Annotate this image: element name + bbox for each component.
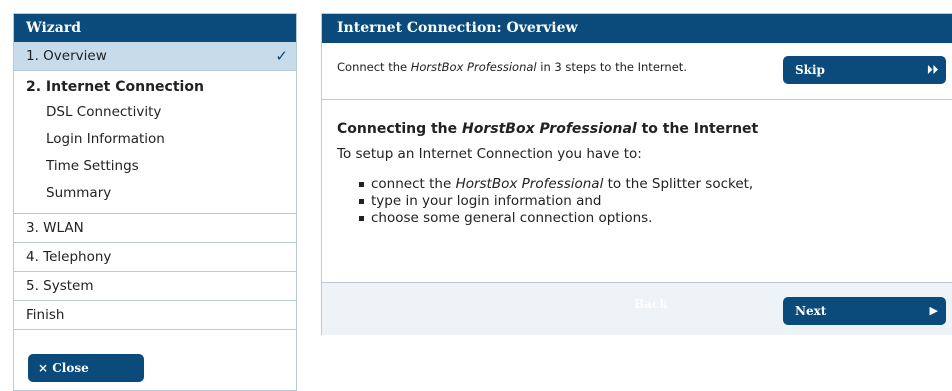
sidebar-group-internet-connection: 2. Internet Connection DSL Connectivity … (14, 71, 296, 214)
overview-content: Connecting the HorstBox Professional to … (337, 121, 937, 227)
bullet-text: type in your login information and (371, 193, 602, 209)
sidebar-item-internet-connection[interactable]: 2. Internet Connection (14, 75, 296, 99)
section-heading: Connecting the HorstBox Professional to … (337, 121, 937, 137)
fast-forward-icon: ⏵⏵ (927, 63, 938, 76)
list-item: choose some general connection options. (359, 210, 937, 227)
list-item: connect the HorstBox Professional to the… (359, 176, 937, 193)
back-button[interactable]: Back (634, 297, 668, 311)
heading-prefix: Connecting the (337, 121, 463, 137)
wizard-footer: Back Next ▶ (322, 282, 952, 335)
steps-list: connect the HorstBox Professional to the… (359, 176, 937, 227)
bullet-text: choose some general connection options. (371, 210, 653, 226)
sidebar-item-label: 1. Overview (26, 48, 107, 64)
lead-text: To setup an Internet Connection you have… (337, 146, 642, 162)
sidebar-item-wlan[interactable]: 3. WLAN (14, 214, 296, 243)
bullet-product: HorstBox Professional (455, 176, 604, 192)
sidebar-item-overview[interactable]: 1. Overview ✓ (14, 42, 296, 71)
close-button[interactable]: × Close (28, 354, 144, 382)
sidebar-subitem-summary[interactable]: Summary (14, 180, 296, 207)
bullet-text-suffix: to the Splitter socket, (603, 176, 754, 192)
list-item: type in your login information and (359, 193, 937, 210)
heading-suffix: to the Internet (636, 121, 759, 137)
intro-text: Connect the HorstBox Professional in 3 s… (337, 60, 687, 74)
wizard-sidebar: Wizard 1. Overview ✓ 2. Internet Connect… (13, 13, 297, 391)
intro-suffix: in 3 steps to the Internet. (536, 60, 687, 74)
sidebar-item-system[interactable]: 5. System (14, 272, 296, 301)
intro-product: HorstBox Professional (410, 60, 537, 74)
page-title: Internet Connection: Overview (322, 14, 952, 43)
main-panel: Internet Connection: Overview Connect th… (321, 13, 952, 335)
skip-button[interactable]: Skip ⏵⏵ (783, 56, 946, 84)
sidebar-item-finish[interactable]: Finish (14, 301, 296, 330)
skip-label: Skip (795, 63, 825, 77)
checkmark-icon: ✓ (275, 47, 288, 65)
sidebar-item-telephony[interactable]: 4. Telephony (14, 243, 296, 272)
bullet-text: connect the (371, 176, 456, 192)
heading-product: HorstBox Professional (462, 121, 637, 137)
sidebar-subitem-login[interactable]: Login Information (14, 126, 296, 153)
play-arrow-icon: ▶ (929, 304, 938, 317)
intro-row: Connect the HorstBox Professional in 3 s… (322, 43, 952, 100)
sidebar-subitem-dsl[interactable]: DSL Connectivity (14, 99, 296, 126)
intro-prefix: Connect the (337, 60, 411, 74)
wizard-title: Wizard (14, 14, 296, 42)
next-label: Next (795, 304, 827, 318)
next-button[interactable]: Next ▶ (783, 297, 946, 325)
sidebar-subitem-time[interactable]: Time Settings (14, 153, 296, 180)
